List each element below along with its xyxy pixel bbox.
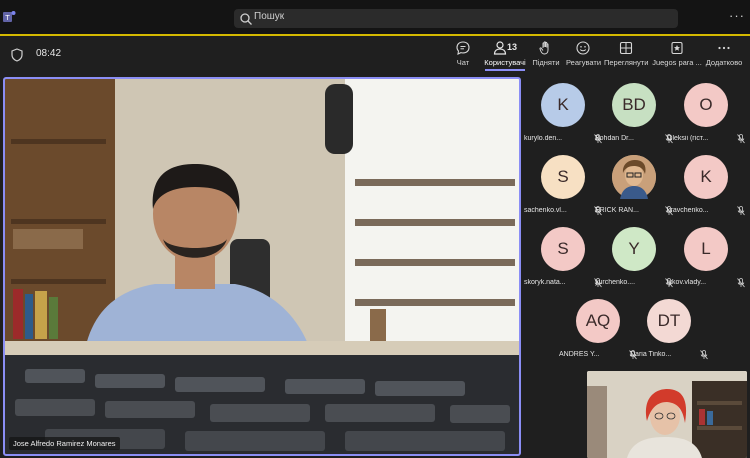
teams-logo-icon[interactable]: T <box>2 9 16 25</box>
more-icon <box>718 46 730 50</box>
avatar: L <box>684 227 728 271</box>
avatar: DT <box>647 299 691 343</box>
self-view-frame <box>587 371 747 458</box>
avatar: Y <box>612 227 656 271</box>
participant-tile[interactable]: Kkurylo.den... <box>524 83 602 144</box>
active-tab-indicator <box>485 69 525 71</box>
speaker-name-tag: Jose Alfredo Ramirez Monares <box>9 437 120 450</box>
apps-button[interactable]: Juegos para ... <box>652 40 702 72</box>
participant-tile[interactable]: O Oleksii (гіст... <box>667 83 745 144</box>
avatar: O <box>684 83 728 127</box>
avatar: S <box>541 227 585 271</box>
chat-icon <box>456 41 470 55</box>
avatar-photo <box>612 155 656 199</box>
grid-view-icon <box>619 41 633 55</box>
participant-name: skoryk.nata... <box>524 279 566 286</box>
speaker-video-frame <box>5 79 519 454</box>
search-icon <box>240 13 252 25</box>
participant-name: ERICK RAN... <box>595 207 639 214</box>
participant-name: Daria Tinko... <box>630 351 672 358</box>
participant-name: kurylo.den... <box>524 135 563 142</box>
apps-label: Juegos para ... <box>652 58 702 67</box>
search-box[interactable]: Пошук <box>234 9 678 28</box>
mic-muted-icon <box>700 350 708 360</box>
participant-tile[interactable]: AQ ANDRES Y... <box>559 299 637 360</box>
meeting-timer: 08:42 <box>36 48 62 59</box>
apps-icon <box>671 41 683 55</box>
react-label: Реагувати <box>566 58 602 67</box>
title-bar: T Пошук ··· <box>0 0 750 34</box>
more-options-icon[interactable]: ··· <box>729 8 745 23</box>
more-label: Додатково <box>705 58 743 67</box>
participant-name: yurchenko.... <box>595 279 636 286</box>
mic-muted-icon <box>737 278 745 288</box>
search-placeholder: Пошук <box>254 11 285 22</box>
participant-tile[interactable]: Kkravchenko... <box>667 155 745 216</box>
main-video-feed[interactable]: Jose Alfredo Ramirez Monares <box>3 77 521 456</box>
avatar: BD <box>612 83 656 127</box>
avatar: S <box>541 155 585 199</box>
raise-hand-button[interactable]: Підняти <box>530 40 562 72</box>
people-button[interactable]: Користувачі <box>483 40 527 72</box>
raise-hand-label: Підняти <box>532 58 560 67</box>
participant-name: sachenko.vl... <box>524 207 567 214</box>
participant-name: kravchenko... <box>667 207 709 214</box>
people-icon <box>493 41 507 55</box>
avatar <box>612 155 656 199</box>
participant-tile[interactable]: DT Daria Tinko... <box>630 299 708 360</box>
participant-name: Bohdan Dr... <box>595 135 634 142</box>
participant-name: Oleksii (гіст... <box>667 135 709 142</box>
self-view-video[interactable] <box>587 371 747 458</box>
participant-tile[interactable]: Ssachenko.vl... <box>524 155 602 216</box>
mic-muted-icon <box>737 134 745 144</box>
participant-tile[interactable]: BD Bohdan Dr... <box>595 83 673 144</box>
avatar: K <box>541 83 585 127</box>
meeting-toolbar: 08:42 Чат Користувачі 13 Підняти Реагува… <box>0 36 750 74</box>
avatar: K <box>684 155 728 199</box>
participant-tile[interactable]: Llykov.vlady... <box>667 227 745 288</box>
raise-hand-icon <box>539 41 549 55</box>
participant-tile[interactable]: ERICK RAN... <box>595 155 673 216</box>
people-label: Користувачі <box>484 58 526 67</box>
mic-muted-icon <box>737 206 745 216</box>
chat-label: Чат <box>456 58 470 67</box>
participant-name: ANDRES Y... <box>559 351 600 358</box>
view-label: Переглянути <box>604 58 649 67</box>
avatar: AQ <box>576 299 620 343</box>
emoji-icon <box>576 41 590 55</box>
svg-text:T: T <box>4 14 10 22</box>
participant-tile[interactable]: Yyurchenko.... <box>595 227 673 288</box>
chat-button[interactable]: Чат <box>448 40 478 72</box>
participant-name: lykov.vlady... <box>667 279 707 286</box>
view-button[interactable]: Переглянути <box>604 40 648 72</box>
people-count-badge: 13 <box>507 42 518 52</box>
shield-icon[interactable] <box>11 48 23 62</box>
participant-tile[interactable]: Sskoryk.nata... <box>524 227 602 288</box>
more-button[interactable]: Додатково <box>704 40 744 72</box>
react-button[interactable]: Реагувати <box>566 40 602 72</box>
